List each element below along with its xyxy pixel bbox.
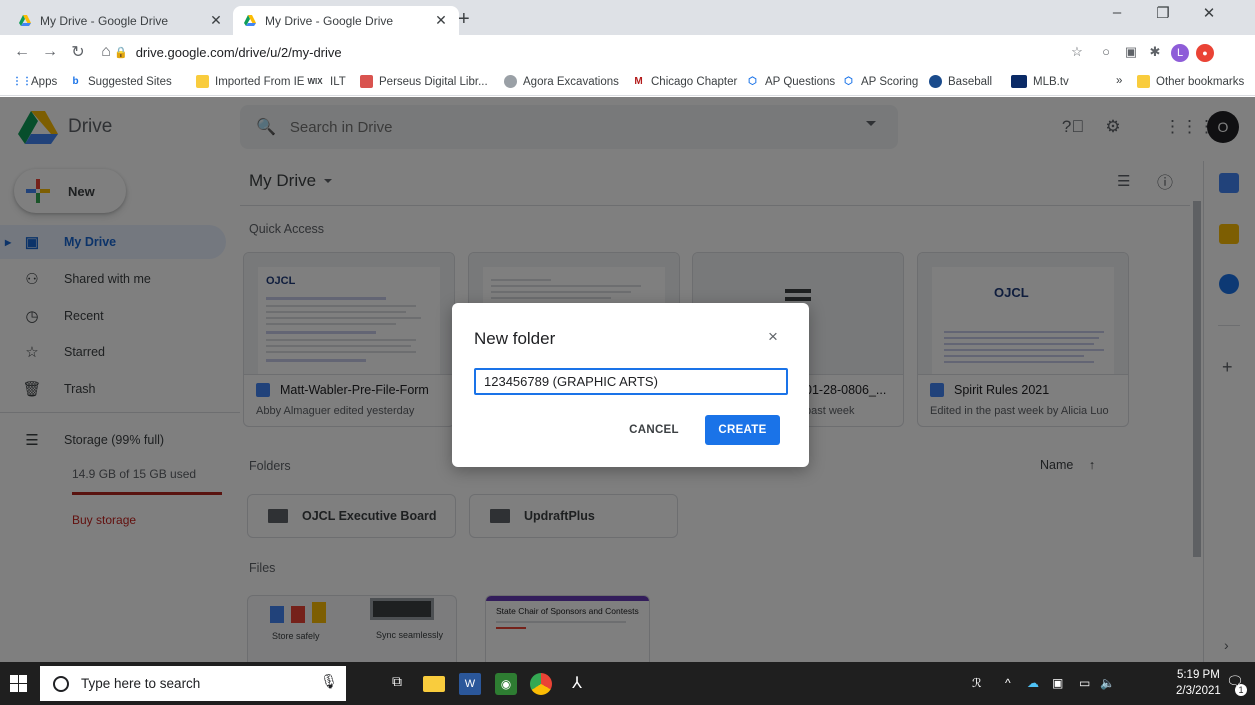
word-icon[interactable]: W — [459, 673, 481, 695]
windows-start-icon[interactable] — [10, 675, 27, 692]
clock-date: 2/3/2021 — [1176, 685, 1221, 697]
extensions-puzzle-icon[interactable]: ✱ — [1146, 44, 1164, 62]
close-window-button[interactable]: ✕ — [1186, 4, 1232, 22]
bing-icon: b — [72, 76, 79, 87]
bookmark-apps[interactable]: ⋮⋮ Apps — [12, 75, 57, 88]
dialog-title: New folder — [474, 329, 556, 348]
bookmark-chicago-chapter[interactable]: M Chicago Chapter — [632, 75, 737, 88]
mlb-icon — [1011, 75, 1027, 88]
clock-time: 5:19 PM — [1176, 669, 1220, 681]
wix-icon: WIX — [307, 77, 323, 86]
reload-icon[interactable]: ↻ — [64, 42, 92, 62]
browser-tab-1[interactable]: My Drive - Google Drive ✕ — [8, 6, 234, 35]
perseus-icon — [360, 75, 373, 88]
new-folder-dialog: New folder × CANCEL CREATE — [452, 303, 809, 467]
webcam-app-icon[interactable]: ◉ — [495, 673, 517, 695]
bookmark-agora[interactable]: Agora Excavations — [504, 75, 619, 88]
back-arrow-icon[interactable]: ← — [8, 43, 36, 61]
file-explorer-icon[interactable] — [423, 676, 445, 692]
bookmark-ap-questions[interactable]: ⬡ AP Questions — [746, 75, 835, 88]
microphone-icon[interactable]: 🎙 — [318, 673, 340, 695]
bookmark-mlb-tv[interactable]: MLB.tv — [1011, 75, 1069, 88]
tray-app-icon[interactable]: ▣ — [1052, 676, 1063, 690]
acrobat-icon[interactable]: ⅄ — [566, 673, 588, 695]
url-text: drive.google.com/drive/u/2/my-drive — [135, 44, 342, 60]
folder-icon — [1137, 75, 1150, 88]
forward-arrow-icon[interactable]: → — [36, 43, 64, 61]
onedrive-icon[interactable]: ☁ — [1027, 676, 1039, 690]
bookmarks-bar: ⋮⋮ Apps b Suggested Sites Imported From IE… — [0, 69, 1255, 96]
cortana-icon — [53, 675, 69, 692]
url-bar[interactable]: 🔒 drive.google.com/drive/u/2/my-drive — [114, 40, 1064, 64]
show-hidden-icons-chevron[interactable]: ^ — [1005, 676, 1011, 690]
google-drive-favicon-icon — [19, 14, 31, 26]
battery-icon[interactable]: ▭ — [1079, 676, 1090, 690]
tab-title: My Drive - Google Drive — [40, 13, 169, 28]
restore-button[interactable]: ❐ — [1140, 4, 1186, 22]
folder-icon — [196, 75, 209, 88]
google-drive-favicon-icon — [244, 14, 256, 26]
agora-icon — [504, 75, 517, 88]
people-tray-icon[interactable]: ℛ — [972, 676, 982, 690]
extension-red-icon[interactable]: ● — [1196, 44, 1214, 62]
minimize-button[interactable]: – — [1094, 4, 1140, 21]
new-tab-button[interactable]: + — [458, 8, 470, 31]
m-logo-icon: M — [634, 76, 643, 87]
close-icon[interactable]: × — [768, 327, 778, 347]
folder-name-input[interactable] — [474, 368, 788, 395]
baseball-icon — [929, 75, 942, 88]
bookmark-perseus[interactable]: Perseus Digital Libr... — [360, 75, 488, 88]
bookmark-imported-from-ie[interactable]: Imported From IE — [196, 75, 304, 88]
taskbar-search-box[interactable]: Type here to search — [40, 666, 346, 701]
task-view-icon[interactable]: ⧉ — [386, 673, 408, 695]
other-bookmarks[interactable]: Other bookmarks — [1137, 75, 1244, 88]
lock-icon: 🔒 — [114, 46, 128, 59]
bookmarks-overflow-button[interactable]: » — [1116, 75, 1122, 87]
tab-close-icon[interactable]: ✕ — [433, 12, 449, 29]
cancel-button[interactable]: CANCEL — [618, 415, 690, 445]
create-button[interactable]: CREATE — [705, 415, 780, 445]
profile-avatar[interactable]: L — [1171, 44, 1189, 62]
windows-taskbar: Type here to search 🎙 ⧉ W ◉ ⅄ ℛ ^ ☁ ▣ ▭ … — [0, 662, 1255, 705]
browser-tab-2[interactable]: My Drive - Google Drive ✕ — [233, 6, 459, 35]
extension-box-icon[interactable]: ▣ — [1122, 44, 1140, 62]
bookmark-baseball[interactable]: Baseball — [929, 75, 992, 88]
bookmark-ap-scoring[interactable]: ⬡ AP Scoring — [842, 75, 918, 88]
ap-icon: ⬡ — [844, 76, 853, 87]
volume-icon[interactable]: 🔈 — [1100, 676, 1115, 690]
bookmark-ilt[interactable]: WIX ILT — [306, 75, 345, 88]
bookmark-star-icon[interactable]: ☆ — [1068, 44, 1086, 62]
browser-tab-bar: My Drive - Google Drive ✕ My Drive - Goo… — [0, 0, 1255, 35]
bookmark-suggested-sites[interactable]: b Suggested Sites — [69, 75, 171, 88]
taskbar-search-placeholder: Type here to search — [81, 676, 201, 691]
tab-close-icon[interactable]: ✕ — [208, 12, 224, 29]
ap-icon: ⬡ — [748, 76, 757, 87]
chrome-icon[interactable] — [530, 673, 552, 695]
tab-title: My Drive - Google Drive — [265, 13, 394, 28]
notification-count-badge: 1 — [1235, 684, 1247, 696]
extension-circle-icon[interactable]: ○ — [1097, 44, 1115, 62]
system-clock[interactable]: 5:19 PM 2/3/2021 — [1176, 667, 1221, 699]
apps-grid-icon: ⋮⋮ — [12, 76, 32, 87]
